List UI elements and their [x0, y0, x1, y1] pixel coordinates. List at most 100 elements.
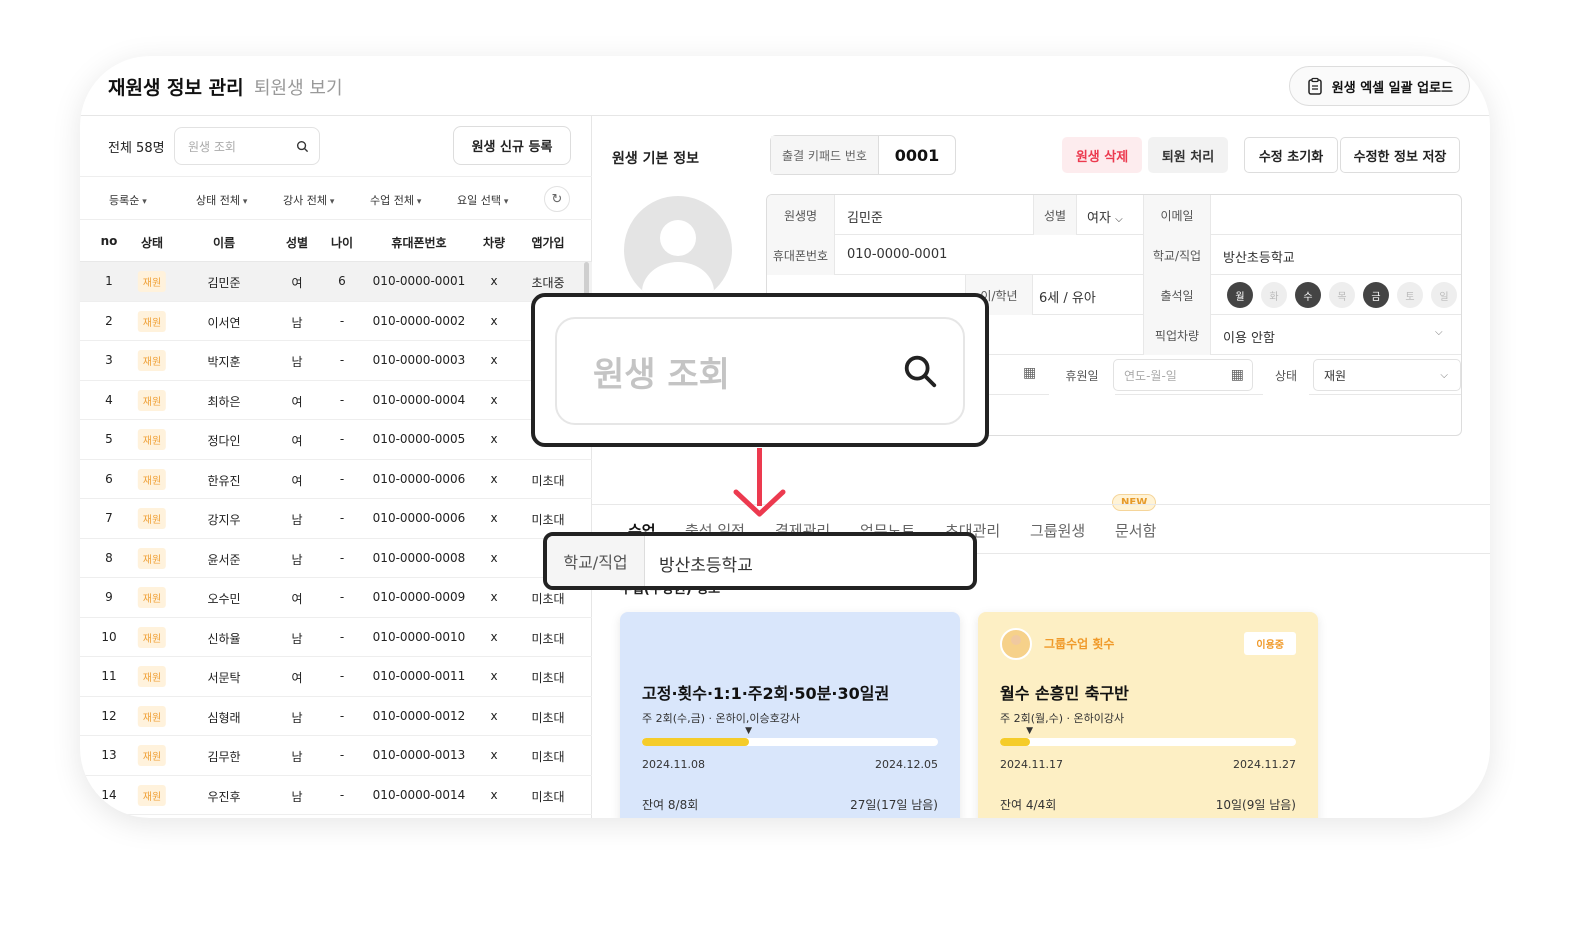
table-row[interactable]: 1 재원 김민준 여 6 010-0000-0001 x 초대중 — [80, 262, 592, 302]
day-wed[interactable]: 수 — [1295, 282, 1321, 308]
student-search-input[interactable]: 원생 조회 — [174, 127, 320, 165]
progress-fill — [1000, 738, 1030, 746]
card-schedule: 주 2회(월,수) · 온하이강사 — [1000, 712, 1125, 725]
table-row[interactable]: 12 재원 심형래 남 - 010-0000-0012 x 미초대 — [80, 697, 592, 736]
withdrawn-students-link[interactable]: 퇴원생 보기 — [254, 74, 343, 100]
day-mon[interactable]: 월 — [1227, 282, 1253, 308]
school-field[interactable]: 방산초등학교 — [1223, 247, 1295, 266]
calendar-icon[interactable]: ▦ — [1023, 365, 1036, 381]
cell-gender: 남 — [291, 750, 303, 764]
phone-label: 휴대폰번호 — [767, 235, 835, 275]
table-row[interactable]: 11 재원 서문탁 여 - 010-0000-0011 x 미초대 — [80, 657, 592, 697]
new-student-button[interactable]: 원생 신규 등록 — [453, 126, 571, 165]
cell-gender: 남 — [291, 631, 303, 646]
cell-age: - — [339, 432, 345, 446]
calendar-icon: ▦ — [1230, 367, 1244, 383]
zoomed-search-placeholder: 원생 조회 — [593, 354, 730, 395]
gender-select[interactable]: 여자 ⌵ — [1087, 207, 1123, 226]
cell-age: - — [339, 471, 345, 486]
col-status: 상태 — [140, 236, 164, 250]
table-row[interactable]: 6 재원 한유진 여 - 010-0000-0006 x 미초대 — [80, 460, 592, 499]
remaining-count: 잔여 4/4회 — [1000, 798, 1057, 812]
attend-label: 출석일 — [1143, 275, 1211, 315]
status-badge: 재원 — [137, 587, 167, 608]
search-placeholder: 원생 조회 — [188, 139, 236, 154]
cell-car: x — [490, 274, 498, 288]
table-row[interactable]: 5 재원 정다인 여 - 010-0000-0005 x — [80, 420, 592, 460]
cell-app: 미초대 — [531, 473, 565, 488]
total-count: 전체 58명 — [108, 141, 165, 156]
status-label: 상태 — [1263, 355, 1309, 395]
save-edits-button[interactable]: 수정한 정보 저장 — [1340, 137, 1460, 173]
day-fri[interactable]: 금 — [1363, 282, 1389, 308]
day-sat[interactable]: 토 — [1397, 282, 1423, 308]
days-left: 10일(9일 남음) — [1215, 798, 1296, 812]
status-badge: 재원 — [137, 745, 167, 766]
excel-upload-button[interactable]: 원생 엑셀 일괄 업로드 — [1288, 66, 1470, 106]
date-placeholder: 연도-월-일 — [1124, 368, 1177, 383]
leave-label: 휴원일 — [1049, 355, 1115, 395]
col-name: 이름 — [212, 236, 236, 250]
table-row[interactable]: 14 재원 우진후 남 - 010-0000-0014 x 미초대 — [80, 776, 592, 815]
table-row[interactable]: 7 재원 강지우 남 - 010-0000-0006 x 미초대 — [80, 499, 592, 539]
col-no: no — [100, 234, 118, 248]
table-row[interactable]: 9 재원 오수민 여 - 010-0000-0009 x 미초대 — [80, 578, 592, 618]
tab-documents[interactable]: 문서함 — [1115, 520, 1156, 541]
table-row[interactable]: 3 재원 박지훈 남 - 010-0000-0003 x — [80, 341, 592, 381]
avatar[interactable] — [624, 196, 732, 304]
day-tue[interactable]: 화 — [1261, 282, 1287, 308]
refresh-icon[interactable]: ↻ — [544, 186, 570, 212]
keypad-number-field[interactable]: 출결 키패드 번호 0001 — [770, 135, 956, 175]
tab-group-students[interactable]: 그룹원생 — [1030, 520, 1085, 541]
col-age: 나이 — [330, 236, 354, 250]
cell-no: 6 — [105, 471, 113, 486]
cell-phone: 010-0000-0013 — [372, 748, 466, 762]
col-app: 앱가입 — [531, 236, 565, 250]
table-row[interactable]: 10 재원 신하율 남 - 010-0000-0010 x 미초대 — [80, 618, 592, 657]
cell-name: 신하율 — [207, 631, 241, 646]
table-row[interactable]: 8재원윤서준남-010-0000-0008x미 — [80, 539, 592, 578]
cell-phone: 010-0000-0002 — [372, 313, 466, 328]
reset-edits-button[interactable]: 수정 초기화 — [1244, 137, 1338, 173]
name-field[interactable]: 김민준 — [847, 207, 883, 226]
start-date: 2024.11.08 — [642, 758, 705, 771]
zoomed-school-field-callout: 학교/직업 방산초등학교 — [543, 532, 977, 590]
clipboard-icon — [1308, 77, 1322, 95]
cell-name: 강지우 — [207, 513, 241, 527]
delete-student-button[interactable]: 원생 삭제 — [1062, 137, 1142, 173]
table-row[interactable]: 2 재원 이서연 남 - 010-0000-0002 x — [80, 302, 592, 341]
day-sun[interactable]: 일 — [1431, 282, 1457, 308]
cell-phone: 010-0000-0004 — [372, 392, 466, 407]
ticket-card[interactable]: 고정·횟수·1:1·주2회·50분·30일권 주 2회(수,금) · 온하이,이… — [620, 612, 960, 818]
cell-name: 오수민 — [207, 592, 241, 606]
filter-teacher[interactable]: 강사 전체 — [283, 192, 334, 208]
filter-weekday[interactable]: 요일 선택 — [457, 192, 508, 208]
page-title: 재원생 정보 관리 — [108, 77, 244, 99]
group-ticket-card[interactable]: 그룹수업 횟수 이용중 월수 손흥민 축구반 주 2회(월,수) · 온하이강사… — [978, 612, 1318, 818]
cell-age: - — [339, 313, 345, 328]
table-row[interactable]: 4 재원 최하은 여 - 010-0000-0004 x — [80, 381, 592, 420]
table-row[interactable]: 13 재원 김무한 남 - 010-0000-0013 x 미초대 — [80, 736, 592, 776]
cell-gender: 남 — [291, 513, 303, 527]
zoomed-search-input[interactable]: 원생 조회 — [555, 317, 965, 425]
email-label: 이메일 — [1143, 195, 1211, 235]
day-thu[interactable]: 목 — [1329, 282, 1355, 308]
cell-gender: 여 — [291, 434, 303, 448]
status-select[interactable]: 재원 ⌵ — [1313, 359, 1461, 391]
cell-gender: 남 — [291, 710, 303, 725]
cell-age: - — [339, 748, 345, 762]
withdraw-button[interactable]: 퇴원 처리 — [1148, 137, 1228, 173]
pickup-select[interactable]: 이용 안함 — [1223, 327, 1275, 346]
age-field[interactable]: 6세 / 유아 — [1039, 287, 1096, 306]
col-car: 차량 — [482, 236, 506, 250]
cell-app: 미초대 — [531, 710, 565, 725]
cell-age: - — [339, 392, 345, 407]
filter-sort[interactable]: 등록순 — [109, 192, 147, 208]
info-row-phone: 휴대폰번호 010-0000-0001 학교/직업 방산초등학교 — [767, 235, 1461, 275]
phone-field[interactable]: 010-0000-0001 — [847, 247, 947, 262]
status-badge: 재원 — [137, 310, 167, 332]
filter-status[interactable]: 상태 전체 — [196, 192, 247, 208]
leave-date-input[interactable]: 연도-월-일 ▦ — [1113, 359, 1253, 391]
filter-class[interactable]: 수업 전체 — [370, 192, 421, 208]
cell-age: - — [339, 787, 345, 802]
